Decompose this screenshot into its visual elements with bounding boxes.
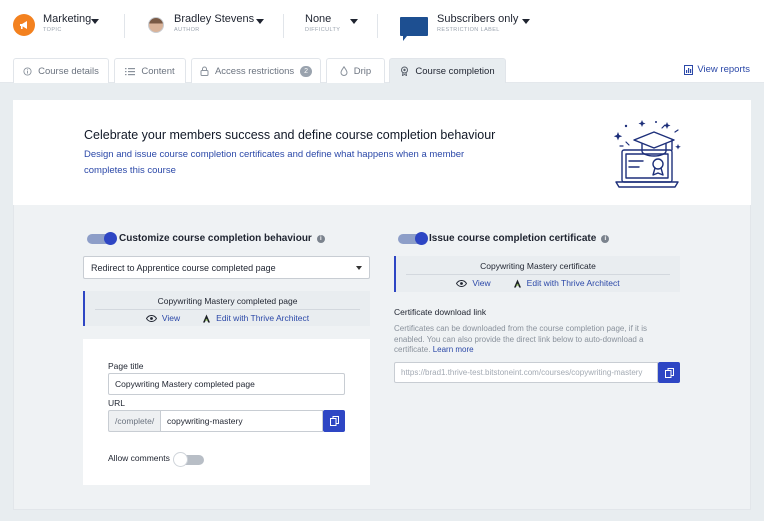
flag-icon xyxy=(400,14,428,41)
tab-label: Access restrictions xyxy=(214,65,295,77)
author-selector[interactable]: Bradley Stevens AUTHOR xyxy=(148,12,254,42)
completion-behaviour-select[interactable]: Redirect to Apprentice course completed … xyxy=(83,256,370,279)
copy-icon xyxy=(664,367,674,378)
certificate-help-text: Certificates can be downloaded from the … xyxy=(394,324,676,356)
tab-access-restrictions[interactable]: Access restrictions 2 xyxy=(191,58,321,83)
view-label: View xyxy=(472,278,491,288)
hero-title: Celebrate your members success and defin… xyxy=(84,128,496,142)
certificate-section-title: Issue course completion certificate i xyxy=(429,233,610,244)
lock-icon xyxy=(200,66,209,76)
copy-icon xyxy=(329,416,339,426)
hero-subtitle: Design and issue course completion certi… xyxy=(84,149,465,176)
certificate-download-label: Certificate download link xyxy=(394,307,487,317)
certificate-title: Issue course completion certificate xyxy=(429,233,597,244)
info-icon[interactable]: i xyxy=(601,234,610,243)
tab-course-completion[interactable]: Course completion xyxy=(389,58,506,83)
divider xyxy=(377,14,378,38)
author-chevron-down-icon[interactable] xyxy=(256,19,264,24)
divider xyxy=(406,274,670,275)
report-icon xyxy=(684,64,694,75)
customize-behaviour-toggle[interactable] xyxy=(87,232,117,245)
behaviour-title: Customize course completion behaviour xyxy=(119,233,312,244)
completed-page-box: Copywriting Mastery completed page View … xyxy=(83,291,370,326)
restriction-value: Subscribers only xyxy=(437,13,519,25)
url-slug-input[interactable]: copywriting-mastery xyxy=(160,410,323,432)
megaphone-icon xyxy=(13,14,35,36)
divider xyxy=(95,309,360,310)
view-reports-label: View reports xyxy=(697,64,750,75)
learn-more-link[interactable]: Learn more xyxy=(433,345,474,354)
difficulty-selector[interactable]: None DIFFICULTY xyxy=(305,12,340,42)
behaviour-section-title: Customize course completion behaviour i xyxy=(119,233,325,244)
copy-url-button[interactable] xyxy=(323,410,345,432)
page-title-input[interactable]: Copywriting Mastery completed page xyxy=(108,373,345,395)
page-title-label: Page title xyxy=(108,361,144,371)
topic-chevron-down-icon[interactable] xyxy=(91,19,99,24)
eye-icon xyxy=(456,279,468,287)
view-reports-link[interactable]: View reports xyxy=(684,64,750,75)
info-icon xyxy=(23,66,32,76)
edit-page-link[interactable]: Edit with Thrive Architect xyxy=(202,313,309,323)
completed-page-name: Copywriting Mastery completed page xyxy=(157,296,298,306)
allow-comments-toggle[interactable] xyxy=(174,453,204,466)
thrive-architect-icon xyxy=(513,279,521,287)
tab-bar: Course details Content Access restrictio… xyxy=(0,54,764,83)
edit-label: Edit with Thrive Architect xyxy=(216,313,310,323)
restriction-count-badge: 2 xyxy=(300,65,313,77)
drop-icon xyxy=(340,66,348,76)
avatar xyxy=(148,14,166,36)
restriction-chevron-down-icon[interactable] xyxy=(522,19,530,24)
edit-label: Edit with Thrive Architect xyxy=(526,278,620,288)
allow-comments-label: Allow comments xyxy=(108,453,170,463)
topic-value: Marketing xyxy=(43,13,92,25)
info-icon[interactable]: i xyxy=(316,234,325,243)
list-icon xyxy=(125,67,136,75)
eye-icon xyxy=(145,314,157,322)
url-prefix: /complete/ xyxy=(108,410,161,432)
award-icon xyxy=(401,66,409,76)
author-value: Bradley Stevens xyxy=(174,13,255,25)
course-meta-bar: Marketing TOPIC Bradley Stevens AUTHOR N… xyxy=(0,0,764,54)
topic-selector[interactable]: Marketing TOPIC xyxy=(13,12,91,42)
topic-label: TOPIC xyxy=(43,27,62,33)
tab-label: Course details xyxy=(38,65,99,77)
view-certificate-link[interactable]: View xyxy=(456,278,491,288)
url-label: URL xyxy=(108,398,126,408)
divider xyxy=(124,14,125,38)
tab-drip[interactable]: Drip xyxy=(326,58,385,83)
chevron-down-icon xyxy=(356,266,362,270)
view-label: View xyxy=(161,313,181,323)
restriction-label: RESTRICTION LABEL xyxy=(437,27,500,33)
tab-label: Drip xyxy=(353,65,372,77)
view-page-link[interactable]: View xyxy=(145,313,181,323)
difficulty-value: None xyxy=(305,13,332,25)
certificate-box: Copywriting Mastery certificate View Edi… xyxy=(394,256,680,292)
graduation-certificate-illustration-icon xyxy=(613,120,681,188)
copy-certificate-link-button[interactable] xyxy=(658,362,680,383)
thrive-architect-icon xyxy=(203,314,211,322)
issue-certificate-toggle[interactable] xyxy=(398,232,428,245)
restriction-selector[interactable]: Subscribers only RESTRICTION LABEL xyxy=(400,12,518,42)
tab-course-details[interactable]: Course details xyxy=(13,58,109,83)
certificate-link-input[interactable]: https://brad1.thrive-test.bitstoneint.co… xyxy=(394,362,658,383)
tab-content[interactable]: Content xyxy=(114,58,186,83)
select-value: Redirect to Apprentice course completed … xyxy=(91,263,276,273)
tab-label: Course completion xyxy=(415,65,495,77)
tab-label: Content xyxy=(141,65,175,77)
certificate-name: Copywriting Mastery certificate xyxy=(480,261,596,271)
divider xyxy=(283,14,284,38)
difficulty-label: DIFFICULTY xyxy=(305,27,341,33)
edit-certificate-link[interactable]: Edit with Thrive Architect xyxy=(513,278,620,288)
difficulty-chevron-down-icon[interactable] xyxy=(350,19,358,24)
author-label: AUTHOR xyxy=(174,27,200,33)
